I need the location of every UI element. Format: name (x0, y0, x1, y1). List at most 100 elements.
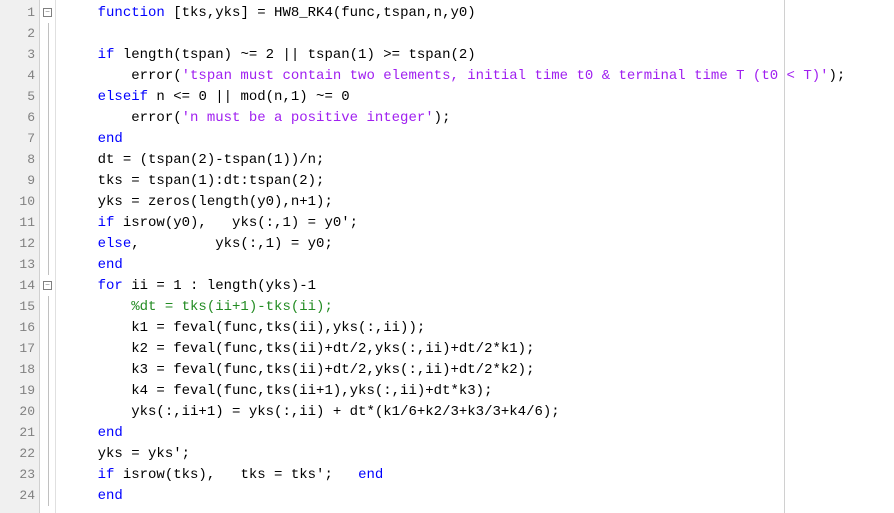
code-line[interactable]: %dt = tks(ii+1)-tks(ii); (64, 296, 894, 317)
line-number: 2 (0, 23, 39, 44)
fold-guide-line (48, 191, 49, 212)
line-number: 19 (0, 380, 39, 401)
fold-collapse-icon[interactable]: − (43, 8, 52, 17)
fold-cell: − (40, 275, 55, 296)
fold-cell (40, 296, 55, 317)
fold-collapse-icon[interactable]: − (43, 281, 52, 290)
code-indent (64, 152, 98, 168)
margin-guide (784, 0, 785, 513)
fold-guide-line (48, 296, 49, 317)
line-number: 6 (0, 107, 39, 128)
fold-cell (40, 422, 55, 443)
line-number: 16 (0, 317, 39, 338)
fold-guide-line (48, 359, 49, 380)
code-editor[interactable]: 123456789101112131415161718192021222324 … (0, 0, 894, 513)
fold-cell (40, 443, 55, 464)
text-token: n <= 0 || mod(n,1) ~= 0 (148, 89, 350, 105)
code-indent (64, 341, 98, 357)
code-indent (64, 488, 98, 504)
text-token: isrow(y0), yks(:,1) = y0'; (114, 215, 358, 231)
code-line[interactable]: end (64, 254, 894, 275)
code-indent (64, 173, 98, 189)
line-number: 1 (0, 2, 39, 23)
text-token: isrow(tks), tks = tks'; (114, 467, 358, 483)
fold-guide-line (48, 107, 49, 128)
code-area[interactable]: function [tks,yks] = HW8_RK4(func,tspan,… (56, 0, 894, 513)
code-line[interactable]: if isrow(tks), tks = tks'; end (64, 464, 894, 485)
keyword-token: else (98, 236, 132, 252)
code-line[interactable]: yks(:,ii+1) = yks(:,ii) + dt*(k1/6+k2/3+… (64, 401, 894, 422)
text-token: dt = (tspan(2)-tspan(1))/n; (98, 152, 325, 168)
text-token: ); (434, 110, 451, 126)
code-indent (64, 236, 98, 252)
text-token: k4 = feval(func,tks(ii+1),yks(:,ii)+dt*k… (98, 383, 493, 399)
text-token: length(tspan) ~= 2 || tspan(1) >= tspan(… (114, 47, 475, 63)
fold-cell (40, 359, 55, 380)
fold-guide-line (48, 422, 49, 443)
line-number: 20 (0, 401, 39, 422)
code-indent (64, 5, 98, 21)
fold-cell (40, 401, 55, 422)
string-token: 'tspan must contain two elements, initia… (182, 68, 829, 84)
code-line[interactable]: for ii = 1 : length(yks)-1 (64, 275, 894, 296)
code-indent (64, 194, 98, 210)
fold-cell (40, 23, 55, 44)
text-token: tks = tspan(1):dt:tspan(2); (98, 173, 325, 189)
keyword-token: end (98, 131, 123, 147)
code-line[interactable]: if isrow(y0), yks(:,1) = y0'; (64, 212, 894, 233)
text-token (98, 299, 132, 315)
code-line[interactable]: end (64, 128, 894, 149)
code-line[interactable]: k4 = feval(func,tks(ii+1),yks(:,ii)+dt*k… (64, 380, 894, 401)
fold-cell: − (40, 2, 55, 23)
string-token: 'n must be a positive integer' (182, 110, 434, 126)
code-indent (64, 320, 98, 336)
keyword-token: elseif (98, 89, 148, 105)
code-line[interactable]: dt = (tspan(2)-tspan(1))/n; (64, 149, 894, 170)
code-line[interactable]: k1 = feval(func,tks(ii),yks(:,ii)); (64, 317, 894, 338)
fold-cell (40, 464, 55, 485)
code-line[interactable]: else, yks(:,1) = y0; (64, 233, 894, 254)
text-token: yks(:,ii+1) = yks(:,ii) + dt*(k1/6+k2/3+… (98, 404, 560, 420)
code-indent (64, 362, 98, 378)
code-line[interactable]: end (64, 485, 894, 506)
fold-guide-line (48, 254, 49, 275)
code-line[interactable]: error('n must be a positive integer'); (64, 107, 894, 128)
text-token: , yks(:,1) = y0; (131, 236, 333, 252)
code-line[interactable]: if length(tspan) ~= 2 || tspan(1) >= tsp… (64, 44, 894, 65)
code-indent (64, 68, 98, 84)
code-indent (64, 110, 98, 126)
code-line[interactable] (64, 23, 894, 44)
fold-guide-line (48, 65, 49, 86)
code-line[interactable]: error('tspan must contain two elements, … (64, 65, 894, 86)
code-indent (64, 47, 98, 63)
fold-cell (40, 212, 55, 233)
line-number: 3 (0, 44, 39, 65)
fold-cell (40, 86, 55, 107)
code-line[interactable]: end (64, 422, 894, 443)
line-number-gutter: 123456789101112131415161718192021222324 (0, 0, 40, 513)
code-indent (64, 257, 98, 273)
fold-guide-line (48, 380, 49, 401)
keyword-token: for (98, 278, 123, 294)
line-number: 21 (0, 422, 39, 443)
fold-guide-line (48, 23, 49, 44)
keyword-token: if (98, 467, 115, 483)
code-line[interactable]: k3 = feval(func,tks(ii)+dt/2,yks(:,ii)+d… (64, 359, 894, 380)
text-token: error( (98, 110, 182, 126)
keyword-token: end (358, 467, 383, 483)
code-line[interactable]: tks = tspan(1):dt:tspan(2); (64, 170, 894, 191)
line-number: 4 (0, 65, 39, 86)
code-line[interactable]: k2 = feval(func,tks(ii)+dt/2,yks(:,ii)+d… (64, 338, 894, 359)
fold-guide-line (48, 401, 49, 422)
code-line[interactable]: elseif n <= 0 || mod(n,1) ~= 0 (64, 86, 894, 107)
fold-guide-line (48, 212, 49, 233)
code-line[interactable]: yks = zeros(length(y0),n+1); (64, 191, 894, 212)
code-line[interactable]: yks = yks'; (64, 443, 894, 464)
code-indent (64, 425, 98, 441)
fold-guide-line (48, 443, 49, 464)
line-number: 7 (0, 128, 39, 149)
fold-cell (40, 191, 55, 212)
code-line[interactable]: function [tks,yks] = HW8_RK4(func,tspan,… (64, 2, 894, 23)
keyword-token: if (98, 47, 115, 63)
fold-guide-line (48, 485, 49, 506)
